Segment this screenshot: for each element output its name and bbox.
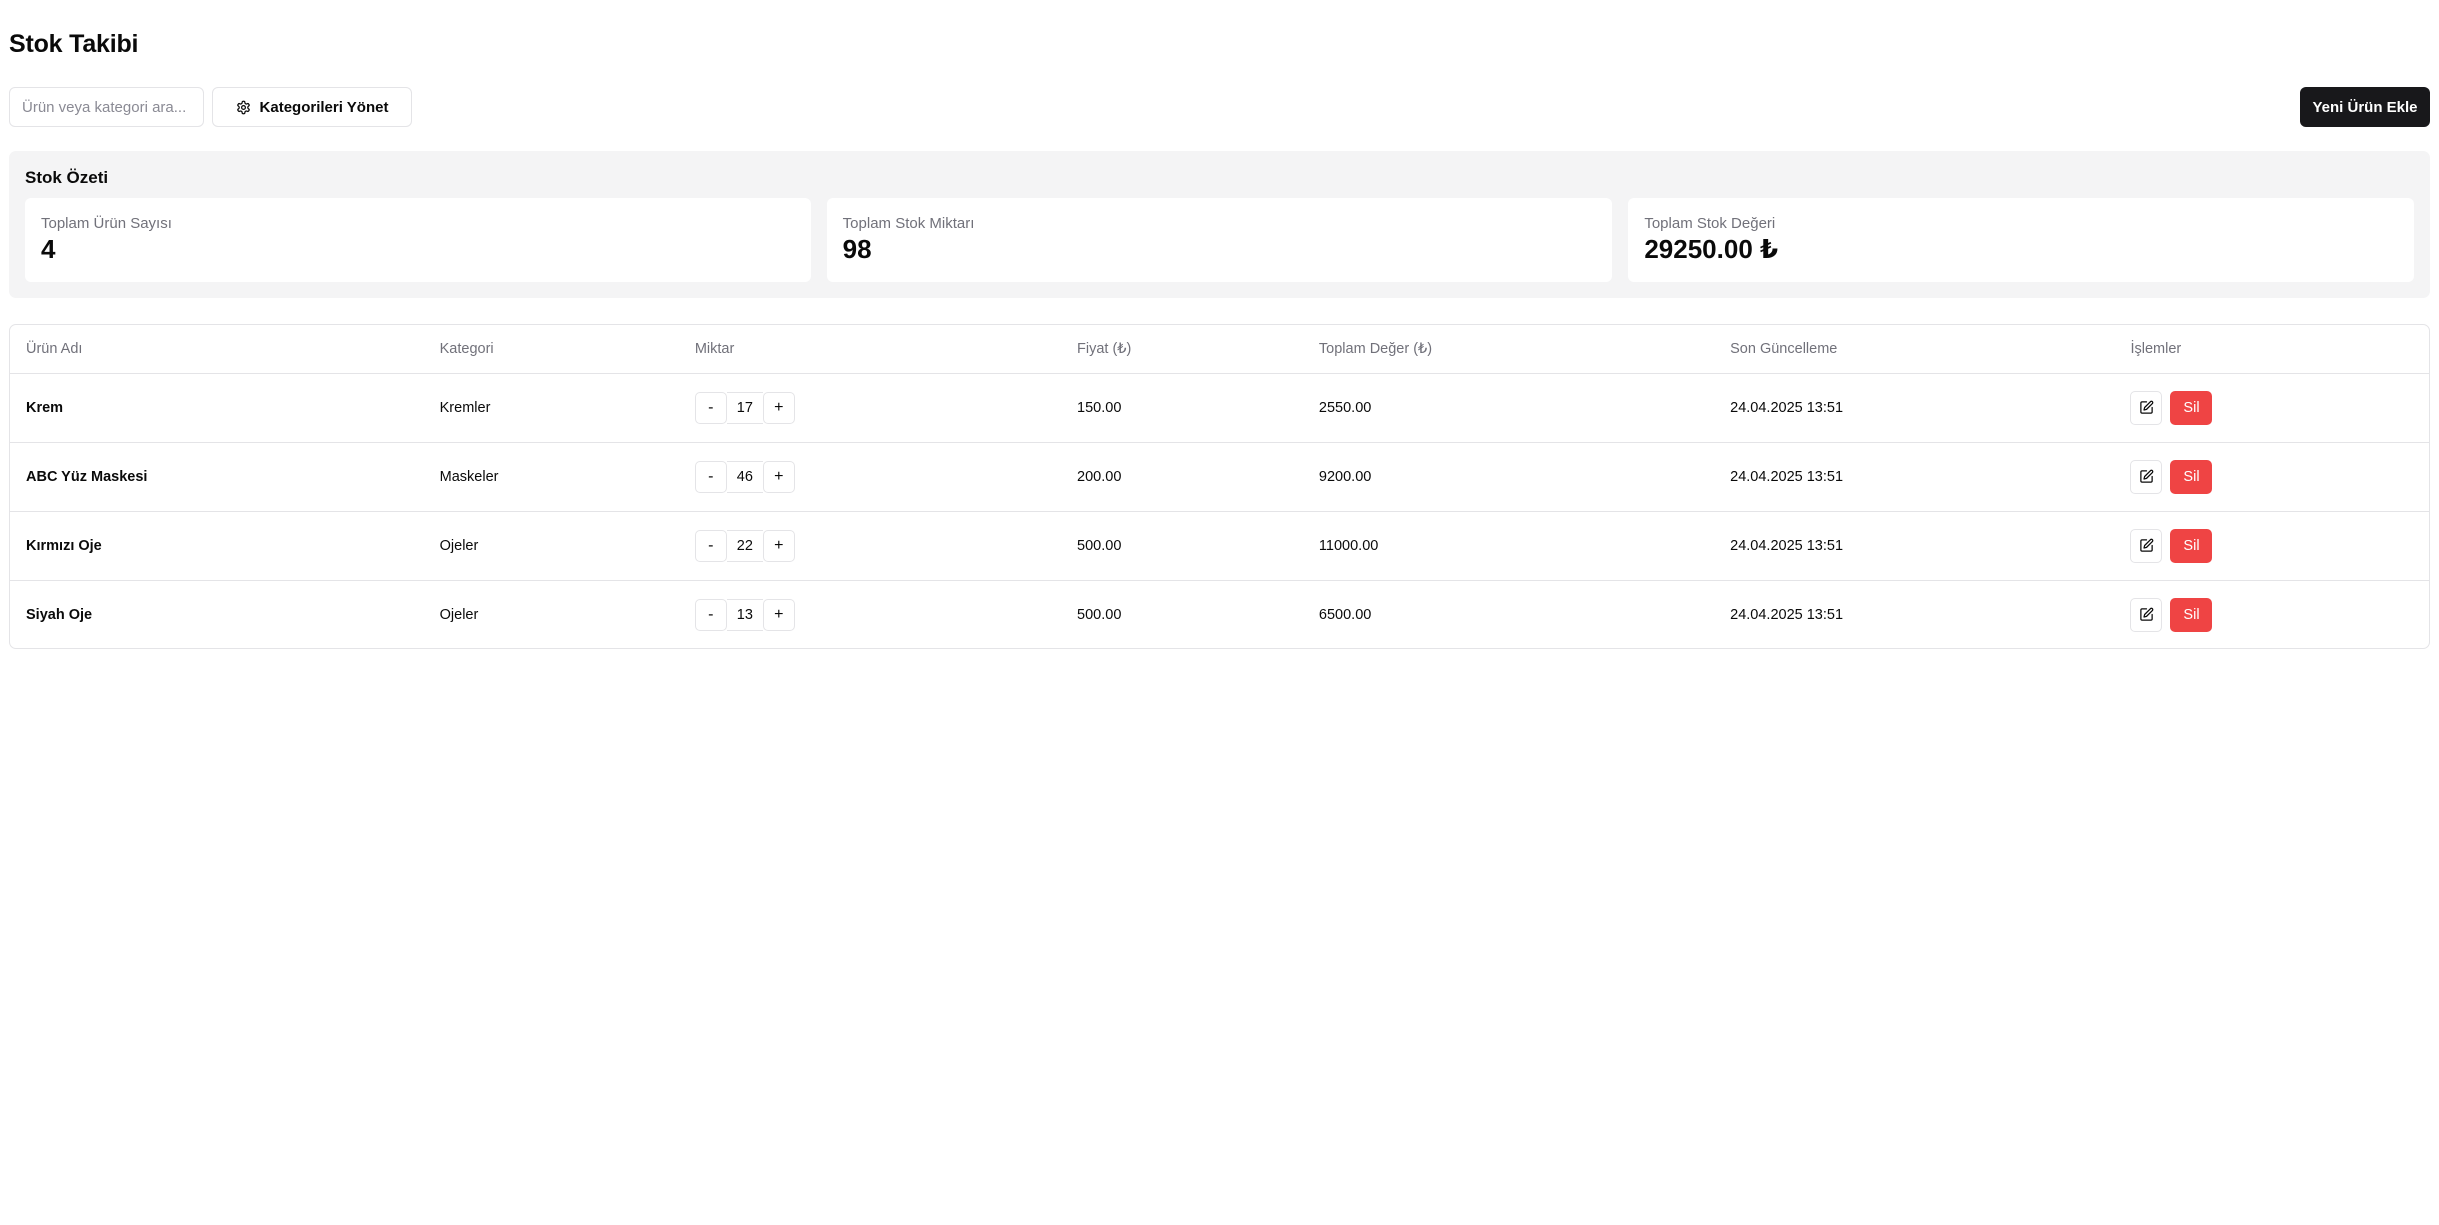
- toolbar: Kategorileri Yönet Yeni Ürün Ekle: [9, 87, 2430, 127]
- actions-cell: Sil: [2114, 373, 2429, 443]
- card-label: Toplam Stok Miktarı: [842, 215, 975, 232]
- add-product-button[interactable]: Yeni Ürün Ekle: [2300, 87, 2430, 127]
- table-row: ABC Yüz Maskesi Maskeler - 46 + 200.00 9…: [10, 442, 2429, 512]
- decrement-button[interactable]: -: [694, 598, 727, 631]
- edit-button[interactable]: [2130, 459, 2163, 494]
- delete-button[interactable]: Sil: [2170, 459, 2213, 494]
- decrement-button[interactable]: -: [694, 460, 727, 493]
- product-category: Ojeler: [439, 606, 479, 623]
- actions-cell: Sil: [2114, 442, 2429, 512]
- product-category: Maskeler: [423, 442, 679, 512]
- quantity-cell: - 46 +: [678, 442, 1062, 512]
- header-actions: İşlemler: [2114, 325, 2429, 374]
- manage-categories-label: Kategorileri Yönet: [259, 98, 389, 116]
- card-label: Toplam Stok Değeri: [1644, 215, 1776, 232]
- product-name: Kırmızı Oje: [10, 511, 424, 581]
- quantity-stepper: - 17 +: [694, 391, 795, 424]
- increment-button[interactable]: +: [762, 529, 795, 562]
- product-total-value: 6500.00: [1318, 606, 1372, 623]
- product-total-value: 2550.00: [1302, 373, 1715, 443]
- summary-cards: Toplam Ürün Sayısı 4 Toplam Stok Miktarı…: [25, 198, 2415, 282]
- quantity-value: 13: [726, 598, 763, 631]
- card-value: 98: [842, 234, 872, 264]
- product-total-value: 11000.00: [1302, 511, 1715, 581]
- product-last-updated: 24.04.2025 13:51: [1714, 511, 2115, 581]
- stock-page: Stok Takibi Kategorileri Yönet Yeni Ürün…: [0, 0, 2439, 1225]
- gear-icon: [236, 100, 251, 115]
- product-price: 500.00: [1077, 606, 1122, 623]
- header-price: Fiyat (₺): [1061, 325, 1303, 374]
- product-name: Krem: [10, 373, 424, 443]
- table-row: Krem Kremler - 17 + 150.00 2550.00 24.04…: [10, 373, 2429, 443]
- table-header-row: Ürün Adı Kategori Miktar Fiyat (₺) Topla…: [10, 325, 2429, 374]
- page-title: Stok Takibi: [9, 30, 139, 58]
- quantity-value: 46: [726, 460, 763, 493]
- card-label: Toplam Ürün Sayısı: [41, 215, 172, 232]
- header-quantity: Miktar: [678, 325, 1062, 374]
- quantity-value: 17: [726, 391, 763, 424]
- quantity-cell: - 17 +: [678, 373, 1062, 443]
- product-category: Kremler: [423, 373, 679, 443]
- quantity-cell: - 22 +: [678, 511, 1062, 581]
- increment-button[interactable]: +: [762, 598, 795, 631]
- table-row: Kırmızı Oje Ojeler - 22 + 500.00 11000.0…: [10, 511, 2429, 581]
- products-table-container: Ürün Adı Kategori Miktar Fiyat (₺) Topla…: [9, 324, 2430, 649]
- edit-button[interactable]: [2130, 597, 2163, 632]
- edit-button[interactable]: [2130, 528, 2163, 563]
- manage-categories-button[interactable]: Kategorileri Yönet: [212, 87, 412, 127]
- header-product-name: Ürün Adı: [10, 325, 424, 374]
- products-table: Ürün Adı Kategori Miktar Fiyat (₺) Topla…: [10, 325, 2429, 648]
- stock-summary: Stok Özeti Toplam Ürün Sayısı 4 Toplam S…: [9, 151, 2430, 298]
- product-last-updated: 24.04.2025 13:51: [1714, 442, 2115, 512]
- delete-button[interactable]: Sil: [2170, 597, 2213, 632]
- edit-icon: [2139, 538, 2154, 553]
- card-value: 29250.00 ₺: [1644, 234, 1779, 264]
- product-name: ABC Yüz Maskesi: [10, 442, 424, 512]
- decrement-button[interactable]: -: [694, 529, 727, 562]
- quantity-stepper: - 13 +: [694, 598, 795, 631]
- total-products-card: Toplam Ürün Sayısı 4: [25, 198, 811, 282]
- summary-title: Stok Özeti: [25, 168, 109, 187]
- product-price: 150.00: [1061, 373, 1303, 443]
- table-row: Siyah Oje Ojeler - 13 + 500.00 6500.00 2…: [10, 580, 2429, 648]
- product-category: Ojeler: [423, 511, 679, 581]
- actions-cell: Sil: [2114, 511, 2429, 581]
- quantity-stepper: - 22 +: [694, 529, 795, 562]
- total-value-card: Toplam Stok Değeri 29250.00 ₺: [1628, 198, 2415, 282]
- header-last-updated: Son Güncelleme: [1714, 325, 2115, 374]
- edit-icon: [2139, 607, 2154, 622]
- header-total-value: Toplam Değer (₺): [1302, 325, 1715, 374]
- product-name: Siyah Oje: [26, 606, 93, 623]
- edit-icon: [2139, 469, 2154, 484]
- product-last-updated: 24.04.2025 13:51: [1730, 606, 1844, 623]
- decrement-button[interactable]: -: [694, 391, 727, 424]
- search-input[interactable]: [9, 87, 204, 127]
- edit-button[interactable]: [2130, 390, 2163, 425]
- total-quantity-card: Toplam Stok Miktarı 98: [826, 198, 1613, 282]
- product-price: 500.00: [1061, 511, 1303, 581]
- card-value: 4: [41, 234, 56, 264]
- delete-button[interactable]: Sil: [2170, 528, 2213, 563]
- product-last-updated: 24.04.2025 13:51: [1714, 373, 2115, 443]
- product-price: 200.00: [1061, 442, 1303, 512]
- product-total-value: 9200.00: [1302, 442, 1715, 512]
- header-category: Kategori: [423, 325, 679, 374]
- quantity-cell: - 13 +: [679, 580, 1061, 648]
- delete-button[interactable]: Sil: [2170, 390, 2213, 425]
- quantity-value: 22: [726, 529, 763, 562]
- edit-icon: [2139, 400, 2154, 415]
- increment-button[interactable]: +: [762, 391, 795, 424]
- actions-cell: Sil: [2114, 580, 2429, 648]
- quantity-stepper: - 46 +: [694, 460, 795, 493]
- increment-button[interactable]: +: [762, 460, 795, 493]
